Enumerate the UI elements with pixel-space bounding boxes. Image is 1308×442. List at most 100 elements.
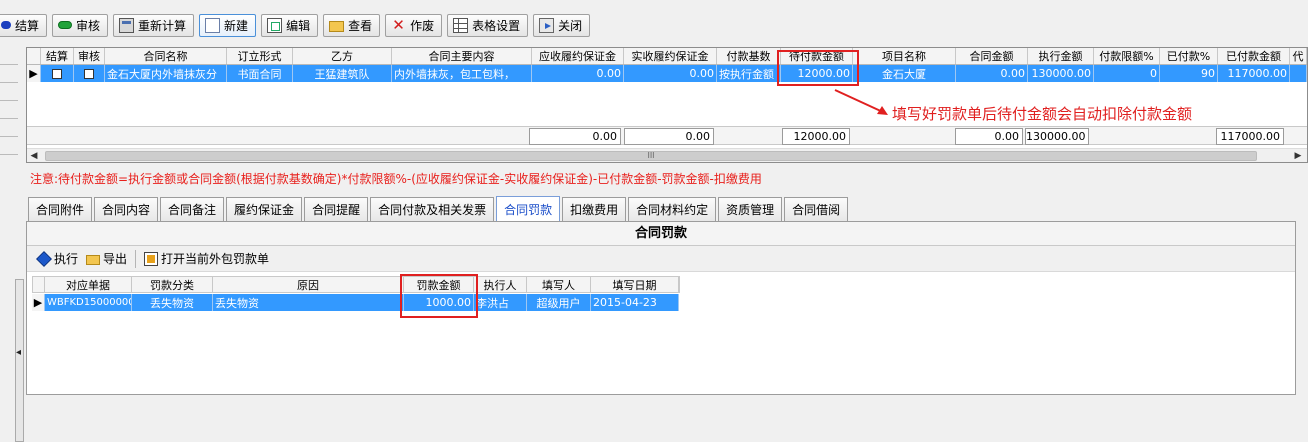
cell-project-name[interactable]: 金石大厦 [853, 65, 956, 82]
pill-green-icon [58, 21, 73, 29]
panel-collapse-bar[interactable] [15, 279, 24, 442]
col-contract-name[interactable]: 合同名称 [105, 48, 227, 64]
left-cell [0, 47, 18, 65]
table-settings-label: 表格设置 [472, 18, 521, 33]
total-executed-amount: 130000.00 [1025, 128, 1089, 145]
tab-performance-deposit[interactable]: 履约保证金 [226, 197, 303, 221]
collapse-arrow-icon[interactable]: ◂ [16, 347, 21, 358]
scroll-right-icon[interactable]: ▶ [1291, 149, 1305, 163]
col-review[interactable]: 审核 [74, 48, 105, 64]
cell-payment-base[interactable]: 按执行金额 [717, 65, 781, 82]
table-row[interactable]: ▶ 金石大厦内外墙抹灰分 书面合同 王猛建筑队 内外墙抹灰，包工包料， 0.00… [27, 65, 1307, 82]
recalculate-button[interactable]: 重新计算 [113, 13, 195, 37]
col-received-deposit[interactable]: 实收履约保证金 [624, 48, 717, 64]
cell-paid-amount[interactable]: 117000.00 [1218, 65, 1290, 82]
review-checkbox[interactable] [84, 68, 94, 79]
cell-form[interactable]: 书面合同 [227, 65, 293, 82]
void-label: 作废 [410, 18, 435, 33]
row-indicator-header [27, 48, 41, 64]
edit-button[interactable]: 编辑 [261, 13, 319, 37]
open-penalty-form-button[interactable]: 打开当前外包罚款单 [144, 250, 269, 267]
col-extra[interactable]: 代 [1290, 48, 1307, 64]
review-button[interactable]: 审核 [52, 13, 109, 37]
col-contract-amount[interactable]: 合同金额 [956, 48, 1028, 64]
execute-button[interactable]: 执行 [36, 250, 79, 267]
cell-reason[interactable]: 丢失物资 [213, 294, 404, 311]
cell-party-b[interactable]: 王猛建筑队 [293, 65, 392, 82]
scroll-left-icon[interactable]: ◀ [27, 149, 41, 163]
col-date[interactable]: 填写日期 [591, 277, 679, 292]
cell-paid-percent[interactable]: 90 [1160, 65, 1218, 82]
col-paid-amount[interactable]: 已付款金额 [1218, 48, 1290, 64]
tab-material-agreement[interactable]: 合同材料约定 [628, 197, 717, 221]
cell-filler[interactable]: 超级用户 [527, 294, 591, 311]
cell-category[interactable]: 丢失物资 [132, 294, 213, 311]
view-button[interactable]: 查看 [323, 13, 381, 37]
cell-extra[interactable] [1290, 65, 1307, 82]
tab-contract-borrowing[interactable]: 合同借阅 [784, 197, 849, 221]
tab-contract-penalty[interactable]: 合同罚款 [496, 196, 561, 221]
tab-withholding-fees[interactable]: 扣缴费用 [562, 197, 627, 221]
settle-button[interactable]: 结算 [0, 13, 48, 37]
table-row[interactable]: ▶ WBFKD150000001 丢失物资 丢失物资 1000.00 李洪占 超… [32, 294, 679, 311]
cell-main-content[interactable]: 内外墙抹灰，包工包料， [392, 65, 532, 82]
col-settle[interactable]: 结算 [41, 48, 74, 64]
cell-contract-amount[interactable]: 0.00 [956, 65, 1028, 82]
recalculate-label: 重新计算 [138, 18, 187, 33]
cell-payment-limit[interactable]: 0 [1094, 65, 1160, 82]
new-button[interactable]: 新建 [199, 13, 257, 37]
scroll-grip: III [647, 151, 655, 160]
cell-receivable-deposit[interactable]: 0.00 [532, 65, 624, 82]
penalty-amount-highlight [400, 274, 478, 318]
col-project-name[interactable]: 项目名称 [853, 48, 956, 64]
col-form[interactable]: 订立形式 [227, 48, 293, 64]
cell-contract-name[interactable]: 金石大厦内外墙抹灰分 [105, 65, 227, 82]
tab-attachments[interactable]: 合同附件 [28, 197, 93, 221]
row-indicator-header [33, 277, 45, 292]
penalty-panel: 合同罚款 执行 导出 打开当前外包罚款单 对应单据 罚款分类 原因 罚款金额 执… [26, 221, 1296, 395]
cell-document[interactable]: WBFKD150000001 [45, 294, 132, 311]
close-button[interactable]: 关闭 [533, 13, 591, 37]
col-paid-percent[interactable]: 已付款% [1160, 48, 1218, 64]
cell-executed-amount[interactable]: 130000.00 [1028, 65, 1094, 82]
horizontal-scrollbar[interactable]: ◀ III ▶ [27, 148, 1307, 162]
col-executed-amount[interactable]: 执行金额 [1028, 48, 1094, 64]
col-filler[interactable]: 填写人 [527, 277, 591, 292]
view-label: 查看 [348, 18, 373, 33]
col-category[interactable]: 罚款分类 [132, 277, 213, 292]
scroll-thumb[interactable]: III [45, 151, 1257, 161]
toolbar-divider [135, 249, 137, 268]
penalty-grid: 对应单据 罚款分类 原因 罚款金额 执行人 填写人 填写日期 ▶ WBFKD15… [32, 276, 687, 312]
cell-executor[interactable]: 李洪占 [474, 294, 527, 311]
void-button[interactable]: ✕ 作废 [385, 13, 443, 37]
col-receivable-deposit[interactable]: 应收履约保证金 [532, 48, 624, 64]
col-main-content[interactable]: 合同主要内容 [392, 48, 532, 64]
settle-label: 结算 [15, 18, 40, 33]
execute-label: 执行 [54, 252, 79, 266]
col-payment-base[interactable]: 付款基数 [717, 48, 781, 64]
col-payment-limit[interactable]: 付款限额% [1094, 48, 1160, 64]
totals-row: 0.00 0.00 12000.00 0.00 130000.00 117000… [27, 126, 1307, 145]
annotation-arrow-icon [834, 89, 888, 115]
col-party-b[interactable]: 乙方 [293, 48, 392, 64]
cell-date[interactable]: 2015-04-23 [591, 294, 679, 311]
review-checkbox-cell [74, 65, 105, 82]
cell-received-deposit[interactable]: 0.00 [624, 65, 717, 82]
left-cell [0, 83, 18, 101]
table-settings-button[interactable]: 表格设置 [447, 13, 529, 37]
tab-contract-remarks[interactable]: 合同备注 [160, 197, 225, 221]
export-label: 导出 [103, 252, 128, 266]
col-executor[interactable]: 执行人 [474, 277, 527, 292]
export-button[interactable]: 导出 [86, 250, 127, 267]
tab-contract-content[interactable]: 合同内容 [94, 197, 159, 221]
tab-qualification[interactable]: 资质管理 [718, 197, 783, 221]
open-penalty-form-label: 打开当前外包罚款单 [161, 252, 270, 266]
col-document[interactable]: 对应单据 [45, 277, 132, 292]
tab-contract-reminder[interactable]: 合同提醒 [304, 197, 369, 221]
total-receivable-deposit: 0.00 [529, 128, 621, 145]
col-reason[interactable]: 原因 [213, 277, 404, 292]
toolbar-buttons: 结算 审核 重新计算 新建 编辑 查看 ✕ 作废 表格设置 关闭 [0, 13, 595, 37]
tab-payment-invoices[interactable]: 合同付款及相关发票 [370, 197, 495, 221]
settle-checkbox[interactable] [52, 68, 62, 79]
calculator-icon [119, 17, 135, 33]
